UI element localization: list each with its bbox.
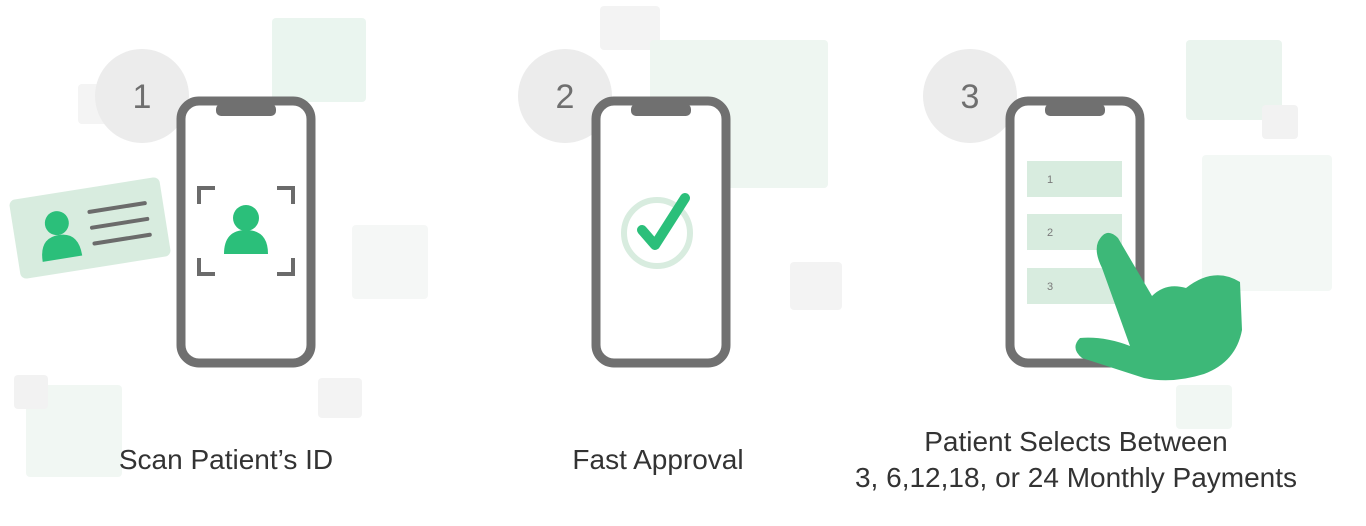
payment-option-1: 1: [1027, 161, 1122, 197]
step-3-illustration: 3 1 2 3: [923, 49, 1242, 381]
step-2-caption: Fast Approval: [538, 442, 778, 478]
caption-line: Scan Patient’s ID: [118, 444, 334, 475]
step-1-illustration: 1: [9, 49, 316, 368]
how-it-works-diagram: 1 Scan Patient’s ID 2 Fast Approval 3 1 …: [0, 0, 1366, 526]
payment-option-label: 1: [1047, 174, 1053, 186]
step-badge: 3: [923, 49, 1017, 143]
payment-option-box: [1027, 161, 1122, 197]
phone-notch: [631, 104, 691, 116]
step-number: 2: [556, 78, 575, 116]
caption-line: 3, 6,12,18, or 24 Monthly Payments: [854, 462, 1298, 493]
id-card: [9, 177, 171, 279]
phone-notch: [1045, 104, 1105, 116]
step-number: 3: [961, 78, 980, 116]
step-number: 1: [133, 78, 152, 116]
caption-line: Patient Selects Between: [924, 426, 1228, 457]
step-1-caption: Scan Patient’s ID: [96, 442, 356, 478]
phone-notch: [216, 104, 276, 116]
caption-line: Fast Approval: [572, 444, 744, 475]
step-3-caption: Patient Selects Between 3, 6,12,18, or 2…: [806, 424, 1346, 496]
step-badge: 1: [95, 49, 189, 143]
id-card-icon: [9, 177, 171, 279]
step-2-illustration: 2: [518, 49, 731, 368]
payment-option-label: 2: [1047, 227, 1053, 239]
payment-option-label: 3: [1047, 281, 1053, 293]
